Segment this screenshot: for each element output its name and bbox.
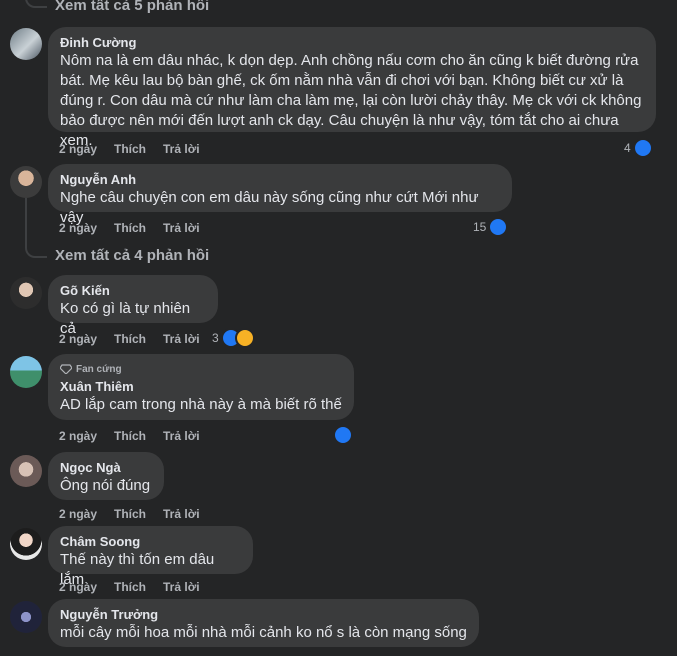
view-more-replies-link[interactable]: Xem tất cả 5 phản hồi (55, 0, 209, 14)
comment-text: AD lắp cam trong nhà này à mà biết rõ th… (60, 396, 342, 413)
reaction-summary[interactable] (333, 425, 353, 445)
comment-author[interactable]: Nguyễn Anh (60, 171, 500, 188)
comment-author[interactable]: Ngọc Ngà (60, 459, 152, 476)
comment-bubble: Đinh Cường Nôm na là em dâu nhác, k dọn … (48, 27, 656, 149)
reply-thread-line (25, 0, 47, 8)
fan-badge-label: Fan cứng (76, 363, 122, 375)
view-more-replies-link[interactable]: Xem tất cả 4 phản hồi (55, 247, 209, 264)
comment-bubble: Nguyễn Anh Nghe câu chuyện con em dâu nà… (48, 164, 512, 226)
comment-text: Nôm na là em dâu nhác, k dọn dẹp. Anh ch… (60, 52, 642, 149)
avatar[interactable] (10, 277, 42, 309)
comment-actions: 2 ngày Thích Trả lời (59, 221, 217, 235)
comment-time[interactable]: 2 ngày (59, 221, 97, 235)
comment-author[interactable]: Gõ Kiến (60, 282, 206, 299)
like-button[interactable]: Thích (114, 142, 146, 156)
reply-button[interactable]: Trả lời (163, 580, 200, 594)
reaction-count: 15 (473, 220, 487, 234)
comment-text: mỗi cây mỗi hoa mỗi nhà mỗi cảnh ko nổ s… (60, 624, 467, 641)
sad-icon (234, 328, 255, 348)
avatar[interactable] (10, 356, 42, 388)
comment-time[interactable]: 2 ngày (59, 507, 97, 521)
like-icon (333, 425, 353, 445)
like-button[interactable]: Thích (114, 580, 146, 594)
comment-bubble: Châm Soong Thế này thì tốn em dâu lắm (48, 526, 253, 588)
like-icon (488, 217, 509, 237)
comment-actions: 2 ngày Thích Trả lời (59, 580, 217, 594)
reply-thread-line (25, 236, 47, 258)
comment-author[interactable]: Đinh Cường (60, 34, 644, 51)
reaction-count: 4 (624, 141, 631, 155)
comment-bubble: Gõ Kiến Ko có gì là tự nhiên cả (48, 275, 218, 337)
avatar[interactable] (10, 528, 42, 560)
reply-button[interactable]: Trả lời (163, 507, 200, 521)
like-icon (632, 138, 653, 158)
comment-actions: 2 ngày Thích Trả lời (59, 507, 217, 521)
avatar[interactable] (10, 28, 42, 60)
diamond-icon (60, 364, 72, 374)
reply-thread-line (25, 198, 27, 238)
avatar[interactable] (10, 455, 42, 487)
reply-button[interactable]: Trả lời (163, 429, 200, 443)
comment-time[interactable]: 2 ngày (59, 580, 97, 594)
comment-actions: 2 ngày Thích Trả lời (59, 142, 217, 156)
reaction-summary[interactable]: 3 (212, 328, 255, 348)
avatar[interactable] (10, 601, 42, 633)
comment-author[interactable]: Nguyễn Trưởng (60, 606, 467, 623)
comment-bubble: Nguyễn Trưởng mỗi cây mỗi hoa mỗi nhà mỗ… (48, 599, 479, 647)
comment-actions: 2 ngày Thích Trả lời (59, 429, 217, 443)
comment-time[interactable]: 2 ngày (59, 429, 97, 443)
reply-button[interactable]: Trả lời (163, 332, 200, 346)
comment-actions: 2 ngày Thích Trả lời (59, 332, 217, 346)
like-button[interactable]: Thích (114, 332, 146, 346)
like-button[interactable]: Thích (114, 221, 146, 235)
avatar[interactable] (10, 166, 42, 198)
comment-bubble: Ngọc Ngà Ông nói đúng (48, 452, 164, 500)
comment-author[interactable]: Châm Soong (60, 533, 241, 550)
reply-button[interactable]: Trả lời (163, 221, 200, 235)
like-button[interactable]: Thích (114, 507, 146, 521)
reaction-summary[interactable]: 4 (624, 138, 653, 158)
fan-badge[interactable]: Fan cứng (60, 362, 342, 376)
reaction-count: 3 (212, 331, 219, 345)
comment-bubble: Fan cứng Xuân Thiêm AD lắp cam trong nhà… (48, 354, 354, 420)
reply-button[interactable]: Trả lời (163, 142, 200, 156)
reaction-summary[interactable]: 15 (473, 217, 509, 237)
comment-time[interactable]: 2 ngày (59, 332, 97, 346)
comment-time[interactable]: 2 ngày (59, 142, 97, 156)
comment-text: Ông nói đúng (60, 477, 151, 494)
comment-author[interactable]: Xuân Thiêm (60, 378, 342, 395)
like-button[interactable]: Thích (114, 429, 146, 443)
